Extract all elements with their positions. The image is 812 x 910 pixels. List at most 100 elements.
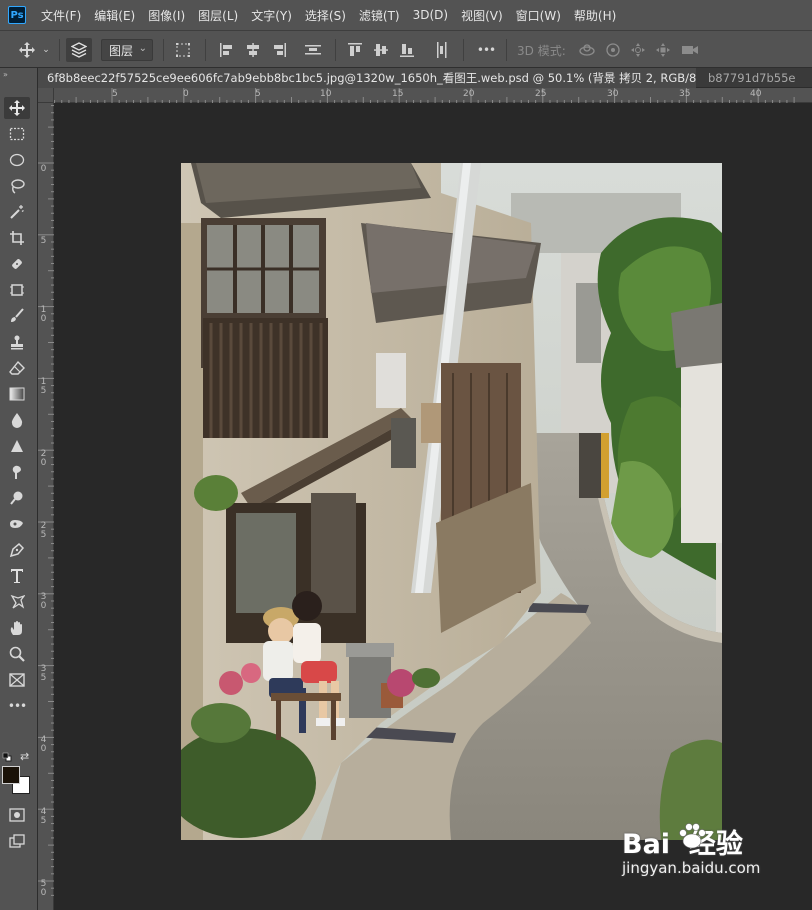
3d-roll-icon[interactable] [604, 41, 622, 59]
rectangular-marquee-icon[interactable] [4, 123, 30, 145]
type-tool-icon[interactable] [4, 565, 30, 587]
collapse-panel-icon[interactable]: » [3, 70, 8, 79]
align-vertical-center-icon[interactable] [373, 41, 389, 59]
screen-mode-icon[interactable] [4, 830, 30, 852]
alley-photo [181, 163, 722, 840]
chevron-down-icon[interactable]: ⌄ [40, 41, 52, 59]
auto-select-target-select[interactable]: 图层 ⌄ [101, 39, 153, 61]
edit-toolbar-icon[interactable]: ••• [4, 695, 30, 717]
menu-window[interactable]: 窗口(W) [516, 7, 561, 24]
3d-slide-icon[interactable] [654, 41, 672, 59]
ruler-label: 20 [40, 449, 47, 468]
ruler-label: 10 [40, 305, 47, 324]
ruler-label: 20 [463, 89, 475, 99]
menu-edit[interactable]: 编辑(E) [94, 7, 135, 24]
ruler-label: 0 [40, 164, 47, 174]
magic-wand-icon[interactable] [4, 201, 30, 223]
options-bar: ⌄ 图层 ⌄ ••• 3D 模式: [0, 30, 812, 68]
pen-icon[interactable] [4, 539, 30, 561]
photoshop-logo[interactable]: Ps [8, 6, 26, 24]
clone-stamp-icon[interactable] [4, 331, 30, 353]
default-colors-icon[interactable] [2, 751, 12, 762]
hand-icon[interactable] [4, 617, 30, 639]
3d-camera-icon[interactable] [680, 41, 700, 59]
quick-mask-icon[interactable] [4, 804, 30, 826]
dodge-icon[interactable] [4, 487, 30, 509]
menu-bar: Ps 文件(F) 编辑(E) 图像(I) 图层(L) 文字(Y) 选择(S) 滤… [0, 0, 812, 30]
3d-mode-label: 3D 模式: [517, 44, 566, 58]
menu-select[interactable]: 选择(S) [305, 7, 346, 24]
blur-icon[interactable] [4, 409, 30, 431]
menu-layer[interactable]: 图层(L) [198, 7, 238, 24]
3d-orbit-icon[interactable] [578, 41, 596, 59]
elliptical-marquee-icon[interactable] [4, 149, 30, 171]
ruler-label: 5 [40, 236, 47, 246]
chevron-down-icon: ⌄ [138, 43, 147, 54]
ruler-label: 30 [607, 89, 619, 99]
frame-tool-icon[interactable] [4, 669, 30, 691]
document-tab-inactive[interactable]: b87791d7b55e [699, 68, 812, 88]
menu-help[interactable]: 帮助(H) [574, 7, 616, 24]
align-bottom-icon[interactable] [399, 41, 415, 59]
distribute-vertical-icon[interactable] [434, 41, 450, 59]
menu-view[interactable]: 视图(V) [461, 7, 503, 24]
horizontal-ruler[interactable]: 5 0 5 10 15 20 25 30 35 40 [54, 88, 812, 103]
patch-tool-icon[interactable] [4, 279, 30, 301]
crop-icon[interactable] [4, 227, 30, 249]
document-tab-title: 6f8b8eec22f57525ce9ee606fc7ab9ebb8bc1bc5… [47, 71, 696, 85]
document-tab-title-2: b87791d7b55e [708, 71, 796, 85]
eraser-icon[interactable] [4, 357, 30, 379]
document-tab-bar: 6f8b8eec22f57525ce9ee606fc7ab9ebb8bc1bc5… [38, 68, 812, 88]
ruler-label: 25 [535, 89, 547, 99]
menu-image[interactable]: 图像(I) [148, 7, 185, 24]
distribute-horizontal-icon[interactable] [304, 41, 322, 59]
zoom-icon[interactable] [4, 643, 30, 665]
burn-icon[interactable] [4, 513, 30, 535]
ruler-ticks [38, 105, 54, 896]
sharpen-icon[interactable] [4, 435, 30, 457]
menu-3d[interactable]: 3D(D) [413, 8, 448, 22]
ruler-label: 25 [40, 521, 47, 540]
3d-pan-icon[interactable] [629, 41, 647, 59]
align-horizontal-center-icon[interactable] [245, 41, 261, 59]
auto-select-icon[interactable] [66, 38, 92, 62]
align-left-icon[interactable] [219, 41, 235, 59]
ruler-label: 0 [183, 89, 189, 99]
brush-icon[interactable] [4, 305, 30, 327]
ruler-label: 35 [40, 664, 47, 683]
menu-file[interactable]: 文件(F) [41, 7, 81, 24]
ruler-label: 5 [255, 89, 261, 99]
gradient-icon[interactable] [4, 383, 30, 405]
document-image[interactable] [181, 163, 722, 840]
path-selection-icon[interactable] [4, 591, 30, 613]
ruler-label: 35 [679, 89, 691, 99]
ruler-label: 15 [392, 89, 404, 99]
menu-filter[interactable]: 滤镜(T) [359, 7, 400, 24]
swap-colors-icon[interactable]: ⇄ [20, 750, 29, 763]
tools-panel: » ••• ⇄ [0, 68, 38, 910]
lasso-icon[interactable] [4, 175, 30, 197]
ruler-label: 40 [40, 735, 47, 754]
document-tab-active[interactable]: 6f8b8eec22f57525ce9ee606fc7ab9ebb8bc1bc5… [38, 68, 696, 88]
vertical-ruler[interactable]: 0 5 10 15 20 25 30 35 40 45 50 [38, 103, 54, 910]
more-options-icon[interactable]: ••• [475, 41, 497, 59]
smudge-icon[interactable] [4, 461, 30, 483]
menu-type[interactable]: 文字(Y) [251, 7, 292, 24]
foreground-color-swatch[interactable] [2, 766, 20, 784]
ruler-ticks [54, 88, 795, 103]
paw-icon [677, 822, 707, 850]
ruler-label: 40 [750, 89, 762, 99]
ruler-label: 30 [40, 592, 47, 611]
align-top-icon[interactable] [347, 41, 363, 59]
align-right-icon[interactable] [271, 41, 287, 59]
move-tool-preset-icon[interactable] [16, 41, 38, 59]
ruler-label: 15 [40, 377, 47, 396]
ruler-label: 45 [40, 807, 47, 826]
spot-healing-brush-icon[interactable] [4, 253, 30, 275]
move-tool-icon[interactable] [4, 97, 30, 119]
ruler-label: 5 [112, 89, 118, 99]
transform-controls-icon[interactable] [174, 41, 192, 59]
watermark-url: jingyan.baidu.com [622, 859, 761, 877]
ruler-origin[interactable] [38, 88, 54, 103]
ruler-label: 10 [320, 89, 332, 99]
